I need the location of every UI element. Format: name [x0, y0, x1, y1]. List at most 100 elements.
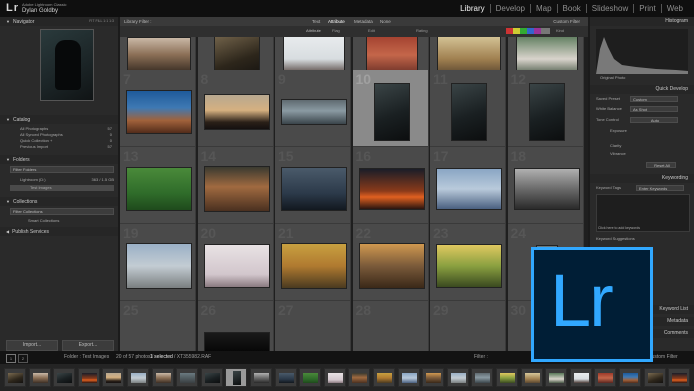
grid-cell[interactable]: 28 [352, 301, 429, 351]
photo-thumbnail[interactable] [203, 331, 270, 351]
grid-cell[interactable]: 22 [352, 224, 429, 301]
filmstrip-thumbnail[interactable] [127, 368, 149, 387]
folders-header[interactable]: ▼ Folders [0, 155, 118, 164]
filter-tab-none[interactable]: None [380, 17, 391, 26]
white-balance-select[interactable]: As Shot [630, 106, 678, 112]
grid-cell[interactable]: 12 [507, 70, 584, 147]
grid-cell[interactable]: 27 [275, 301, 351, 351]
collection-filter-input[interactable]: Filter Collections [10, 208, 114, 215]
photo-thumbnail[interactable] [127, 37, 191, 73]
folder-path[interactable]: Folder : Test Images [64, 351, 109, 364]
filmstrip-thumbnail[interactable] [323, 368, 346, 387]
filmstrip-thumbnail[interactable] [373, 368, 395, 387]
photo-thumbnail[interactable] [281, 166, 347, 211]
histogram-header[interactable]: Histogram [590, 17, 694, 26]
filter-tab-metadata[interactable]: Metadata [354, 17, 373, 26]
photo-thumbnail[interactable] [126, 242, 192, 289]
page-2-button[interactable]: 2 [18, 354, 28, 363]
photo-thumbnail[interactable] [513, 167, 580, 210]
grid-cell[interactable]: 18 [507, 147, 584, 224]
page-1-button[interactable]: 1 [6, 354, 16, 363]
module-print[interactable]: Print [633, 4, 660, 13]
import-button[interactable]: Import... [6, 340, 58, 351]
grid-cell[interactable]: 11 [430, 70, 506, 147]
grid-cell[interactable]: 8 [197, 70, 274, 147]
navigator-header[interactable]: ▼ Navigator FIT FILL 1:1 1:3 [0, 17, 118, 26]
photo-thumbnail[interactable] [528, 82, 565, 141]
catalog-header[interactable]: ▼ Catalog [0, 115, 118, 124]
filmstrip-thumbnail[interactable] [250, 368, 272, 387]
navigator-zoom-options[interactable]: FIT FILL 1:1 1:3 [89, 17, 114, 26]
color-label-swatches[interactable] [506, 28, 550, 34]
filmstrip-thumbnail[interactable] [397, 368, 420, 387]
grid-cell[interactable]: 15 [275, 147, 351, 224]
filmstrip-thumbnail[interactable] [274, 368, 297, 387]
grid-cell[interactable]: 17 [430, 147, 506, 224]
photo-thumbnail[interactable] [358, 242, 425, 289]
grid-cell[interactable]: 25 [120, 301, 196, 351]
filmstrip-thumbnail[interactable] [569, 368, 592, 387]
filmstrip-thumbnail[interactable] [53, 368, 76, 387]
module-book[interactable]: Book [556, 4, 586, 13]
filmstrip-thumbnail[interactable] [594, 368, 617, 387]
catalog-item[interactable]: Previous Import 57 [20, 144, 112, 150]
photo-thumbnail[interactable] [203, 93, 270, 130]
quick-develop-header[interactable]: Quick Develop [590, 85, 694, 94]
filmstrip-thumbnail[interactable] [619, 368, 641, 387]
photo-thumbnail[interactable] [126, 89, 192, 134]
keyword-tags-select[interactable]: Enter Keywords [636, 185, 684, 191]
navigator-preview[interactable] [40, 29, 94, 101]
filter-tab-attribute[interactable]: Attribute [328, 17, 345, 26]
folder-item[interactable]: Test Images [10, 185, 114, 191]
filmstrip-thumbnail[interactable] [200, 368, 223, 387]
grid-cell[interactable]: 13 [120, 147, 196, 224]
filmstrip-thumbnail[interactable] [176, 368, 199, 387]
add-keywords-hint[interactable]: Click here to add keywords [598, 225, 640, 231]
grid-cell[interactable]: 21 [275, 224, 351, 301]
filmstrip-thumbnail[interactable] [545, 368, 568, 387]
filmstrip-thumbnail[interactable] [643, 368, 666, 387]
grid-cell[interactable]: 23 [430, 224, 506, 301]
keywording-header[interactable]: Keywording [590, 174, 694, 183]
grid-cell[interactable]: 9 [275, 70, 351, 147]
module-map[interactable]: Map [529, 4, 557, 13]
photo-thumbnail[interactable] [126, 166, 192, 211]
grid-cell[interactable]: 7 [120, 70, 196, 147]
photo-thumbnail[interactable] [436, 243, 502, 288]
smart-collections-item[interactable]: Smart Collections [28, 218, 59, 224]
export-button[interactable]: Export... [62, 340, 114, 351]
photo-thumbnail[interactable] [436, 167, 502, 210]
filmstrip-thumbnail[interactable] [151, 368, 174, 387]
photo-thumbnail[interactable] [373, 82, 410, 141]
filmstrip-thumbnail[interactable] [496, 368, 518, 387]
grid-cell[interactable]: 19 [120, 224, 196, 301]
filmstrip-thumbnail[interactable] [520, 368, 543, 387]
grid-cell[interactable]: 10 [352, 70, 429, 147]
filmstrip-thumbnail[interactable] [348, 368, 371, 387]
saved-preset-select[interactable]: Custom [630, 96, 678, 102]
filmstrip-thumbnail[interactable] [446, 368, 469, 387]
filmstrip-thumbnail[interactable] [225, 368, 248, 387]
filmstrip-thumbnail[interactable] [471, 368, 494, 387]
filter-tab-text[interactable]: Text [312, 17, 320, 26]
photo-thumbnail[interactable] [203, 165, 270, 212]
module-develop[interactable]: Develop [489, 4, 530, 13]
filmstrip-thumbnail[interactable] [102, 368, 125, 387]
filmstrip-thumbnail[interactable] [422, 368, 445, 387]
grid-cell[interactable]: 14 [197, 147, 274, 224]
module-library[interactable]: Library [455, 4, 489, 13]
filmstrip-thumbnail[interactable] [299, 368, 322, 387]
filmstrip-thumbnail[interactable] [77, 368, 100, 387]
photo-thumbnail[interactable] [281, 98, 347, 125]
folder-filter-input[interactable]: Filter Folders [10, 166, 114, 173]
publish-services-header[interactable]: ◀ Publish Services [0, 227, 118, 236]
module-slideshow[interactable]: Slideshow [585, 4, 633, 13]
histogram-graph[interactable] [596, 29, 688, 74]
tone-auto-button[interactable]: Auto [630, 117, 678, 123]
filmstrip-thumbnail[interactable] [28, 368, 51, 387]
grid-cell[interactable]: 29 [430, 301, 506, 351]
photo-thumbnail[interactable] [203, 243, 270, 288]
grid-cell[interactable]: 16 [352, 147, 429, 224]
grid-cell[interactable]: 20 [197, 224, 274, 301]
collections-header[interactable]: ▼ Collections [0, 197, 118, 206]
